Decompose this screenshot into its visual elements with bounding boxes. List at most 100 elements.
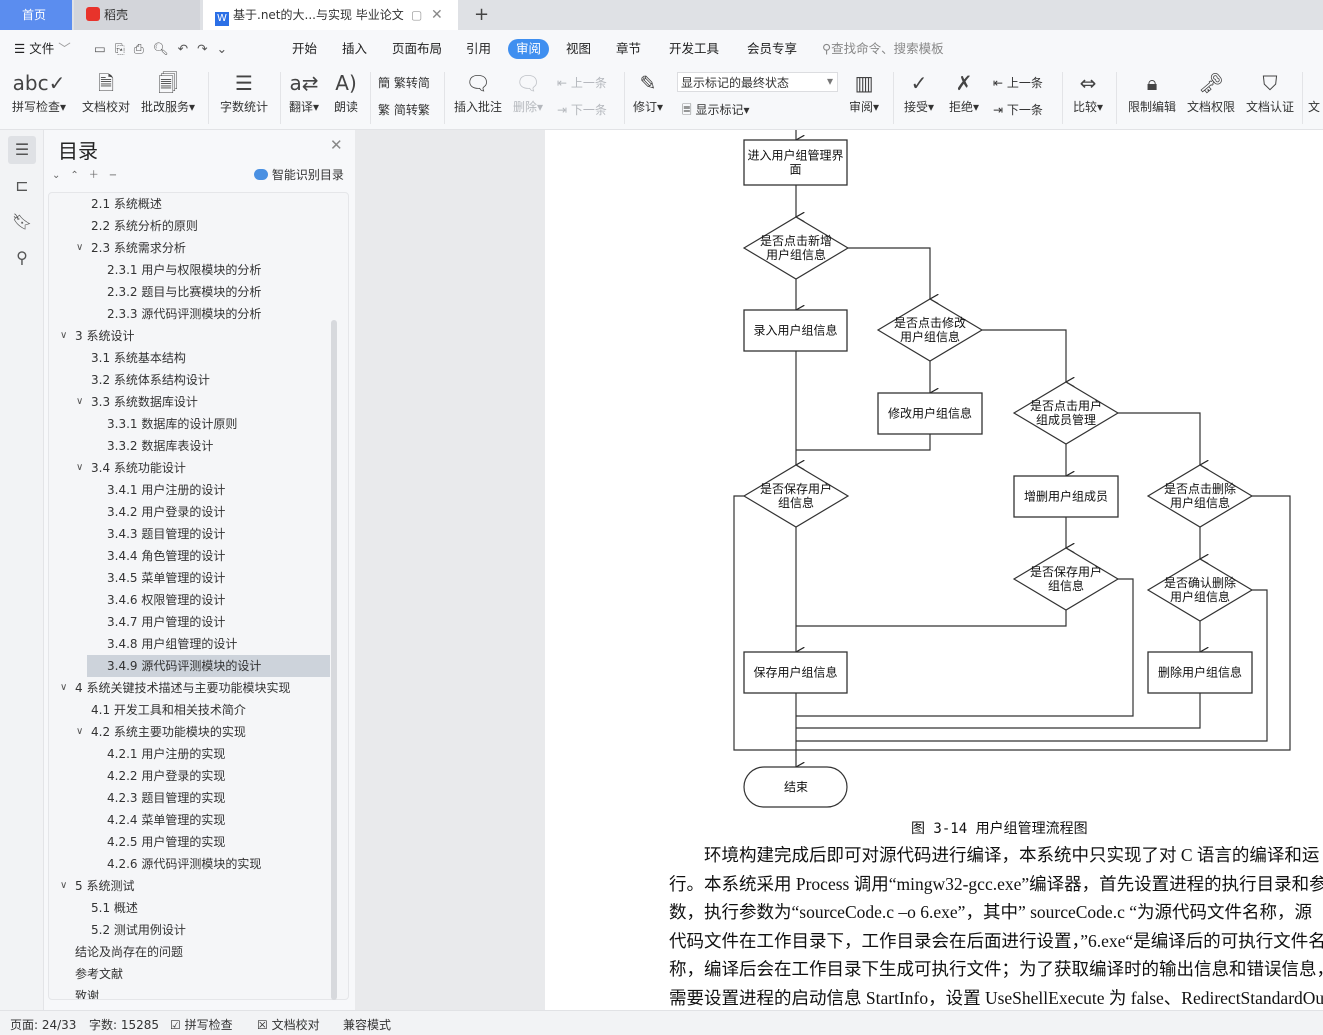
spell-check-button[interactable]: abc✓ 拼写检查▾ (12, 68, 66, 115)
review-pane-button[interactable]: ▥ 审阅▾ (849, 68, 879, 115)
simp-to-trad-button[interactable]: 繁 简转繁 (378, 101, 430, 118)
smart-toc-button[interactable]: 智能识别目录 (254, 166, 344, 183)
search-icon[interactable]: ⚲ (8, 244, 36, 272)
document-page[interactable]: 进入用户组管理界面 是否点击新增用户组信息 录入用户组信息 是否点击修改用户组信息 修改… (545, 130, 1323, 1010)
file-menu[interactable]: ☰ 文件 ﹀ (14, 39, 71, 59)
restrict-edit-button[interactable]: 🔒︎ 限制编辑 (1128, 68, 1176, 115)
menu-chapter[interactable]: 章节 (616, 39, 641, 59)
toc-controls[interactable]: ⌄⌃＋− (52, 166, 127, 181)
bookmark-icon[interactable]: 🔖︎ (8, 208, 36, 236)
toc-item[interactable]: 4.2.6 源代码评测模块的实现 (49, 853, 329, 875)
tab-document[interactable]: W 基于.net的大...与实现 毕业论文 ▢ ✕ (203, 0, 458, 30)
toc-item[interactable]: 致谢 (49, 985, 329, 999)
toc-item[interactable]: 3.1 系统基本结构 (49, 347, 329, 369)
close-icon[interactable]: ✕ (330, 136, 343, 154)
prev-comment-button[interactable]: ⇤ 上一条 (557, 74, 607, 91)
chevron-down-icon[interactable]: ∨ (76, 721, 83, 743)
proofread-status[interactable]: ☒ 文档校对 (257, 1016, 320, 1033)
toc-item[interactable]: 4.2.5 用户管理的实现 (49, 831, 329, 853)
chevron-down-icon[interactable]: ∨ (76, 457, 83, 479)
next-comment-button[interactable]: ⇥ 下一条 (557, 101, 607, 118)
tab-docer[interactable]: 稻壳 (74, 0, 200, 30)
chevron-down-icon[interactable]: ∨ (76, 391, 83, 413)
menu-member[interactable]: 会员专享 (747, 39, 797, 59)
toc-item[interactable]: 3.4.9 源代码评测模块的设计 (87, 655, 330, 677)
delete-comment-button[interactable]: 🗨 删除▾ (513, 68, 543, 115)
toc-item[interactable]: 4.2.4 菜单管理的实现 (49, 809, 329, 831)
next-change-button[interactable]: ⇥ 下一条 (993, 101, 1043, 118)
toc-item[interactable]: 2.1 系统概述 (49, 193, 329, 215)
toc-scrollbar[interactable] (331, 320, 337, 1000)
chevron-down-icon[interactable]: ∨ (76, 237, 83, 259)
pin-icon[interactable]: ▢ (411, 0, 422, 30)
trad-to-simp-button[interactable]: 簡 繁转简 (378, 74, 430, 91)
toc-item[interactable]: 4.1 开发工具和相关技术简介 (49, 699, 329, 721)
toc-item[interactable]: ∨ 4.2 系统主要功能模块的实现 (49, 721, 329, 743)
markup-state-select[interactable]: 显示标记的最终状态 ▾ (677, 72, 838, 92)
menu-review[interactable]: 审阅 (508, 39, 550, 59)
chevron-down-icon[interactable]: ∨ (60, 677, 67, 699)
toc-item[interactable]: 3.4.4 角色管理的设计 (49, 545, 329, 567)
close-tab-icon[interactable]: ✕ (431, 0, 443, 30)
spell-check-status[interactable]: ☑ 拼写检查 (170, 1016, 233, 1033)
word-count[interactable]: 字数: 15285 (89, 1016, 159, 1033)
toc-item[interactable]: 3.4.3 题目管理的设计 (49, 523, 329, 545)
toc-item[interactable]: ∨ 2.3 系统需求分析 (49, 237, 329, 259)
toc-item[interactable]: 3.2 系统体系结构设计 (49, 369, 329, 391)
command-search[interactable]: ⚲查找命令、搜索模板 (822, 39, 944, 59)
track-changes-button[interactable]: ✎ 修订▾ (633, 68, 663, 115)
toc-item[interactable]: 2.3.3 源代码评测模块的分析 (49, 303, 329, 325)
toc-item[interactable]: 3.4.6 权限管理的设计 (49, 589, 329, 611)
toc-item[interactable]: 5.2 测试用例设计 (49, 919, 329, 941)
chapter-nav-icon[interactable]: ⊏ (8, 172, 36, 200)
toc-icon[interactable]: ☰ (8, 136, 36, 164)
menu-layout[interactable]: 页面布局 (392, 39, 442, 59)
menu-developer[interactable]: 开发工具 (669, 39, 719, 59)
word-count-button[interactable]: ☰ 字数统计 (220, 68, 268, 115)
chevron-down-icon[interactable]: ∨ (60, 875, 67, 897)
prev-change-button[interactable]: ⇤ 上一条 (993, 74, 1043, 91)
toc-item[interactable]: 4.2.3 题目管理的实现 (49, 787, 329, 809)
correction-service-button[interactable]: 🗐 批改服务▾ (141, 68, 195, 115)
translate-button[interactable]: a⇄ 翻译▾ (289, 68, 319, 115)
toc-item[interactable]: 3.4.7 用户管理的设计 (49, 611, 329, 633)
toc-item[interactable]: 2.3.1 用户与权限模块的分析 (49, 259, 329, 281)
toc-item[interactable]: 2.3.2 题目与比赛模块的分析 (49, 281, 329, 303)
toc-item[interactable]: ∨ 3.4 系统功能设计 (49, 457, 329, 479)
toc-item[interactable]: 4.2.1 用户注册的实现 (49, 743, 329, 765)
doc-permission-button[interactable]: 🗝 文档权限 (1187, 68, 1235, 115)
quick-access-toolbar[interactable]: ▭⎘⎙🔍︎↶↷⌄ (94, 39, 236, 59)
chevron-down-icon[interactable]: ∨ (60, 325, 67, 347)
toc-item[interactable]: ∨ 3 系统设计 (49, 325, 329, 347)
toc-item[interactable]: 3.3.1 数据库的设计原则 (49, 413, 329, 435)
doc-certify-button[interactable]: ⛉ 文档认证 (1246, 68, 1294, 115)
toc-item[interactable]: 结论及尚存在的问题 (49, 941, 329, 963)
reject-button[interactable]: ✗ 拒绝▾ (949, 68, 979, 115)
show-markup-button[interactable]: 🗏 显示标记▾ (682, 101, 750, 122)
page-count[interactable]: 页面: 24/33 (10, 1016, 76, 1033)
menu-insert[interactable]: 插入 (342, 39, 367, 59)
toc-item[interactable]: ∨ 5 系统测试 (49, 875, 329, 897)
toc-item[interactable]: 2.2 系统分析的原则 (49, 215, 329, 237)
toc-item[interactable]: 3.3.2 数据库表设计 (49, 435, 329, 457)
doc-more-button[interactable]: 文 (1308, 98, 1320, 115)
tab-home[interactable]: 首页 (0, 0, 72, 30)
toc-item[interactable]: 3.4.1 用户注册的设计 (49, 479, 329, 501)
toc-item[interactable]: 3.4.2 用户登录的设计 (49, 501, 329, 523)
menu-start[interactable]: 开始 (292, 39, 317, 59)
toc-item[interactable]: 5.1 概述 (49, 897, 329, 919)
menu-references[interactable]: 引用 (466, 39, 491, 59)
insert-comment-button[interactable]: 🗨 插入批注 (454, 68, 502, 115)
menu-view[interactable]: 视图 (566, 39, 591, 59)
proofread-button[interactable]: 🗎 文档校对 (82, 68, 130, 115)
accept-button[interactable]: ✓ 接受▾ (904, 68, 934, 115)
toc-item[interactable]: 3.4.5 菜单管理的设计 (49, 567, 329, 589)
toc-item[interactable]: 3.4.8 用户组管理的设计 (49, 633, 329, 655)
read-aloud-button[interactable]: A) 朗读 (334, 68, 358, 115)
compare-button[interactable]: ⇔ 比较▾ (1073, 68, 1103, 115)
toc-item[interactable]: 4.2.2 用户登录的实现 (49, 765, 329, 787)
toc-item[interactable]: ∨ 3.3 系统数据库设计 (49, 391, 329, 413)
toc-item[interactable]: ∨ 4 系统关键技术描述与主要功能模块实现 (49, 677, 329, 699)
toc-item[interactable]: 参考文献 (49, 963, 329, 985)
new-tab-button[interactable]: + (462, 0, 489, 30)
